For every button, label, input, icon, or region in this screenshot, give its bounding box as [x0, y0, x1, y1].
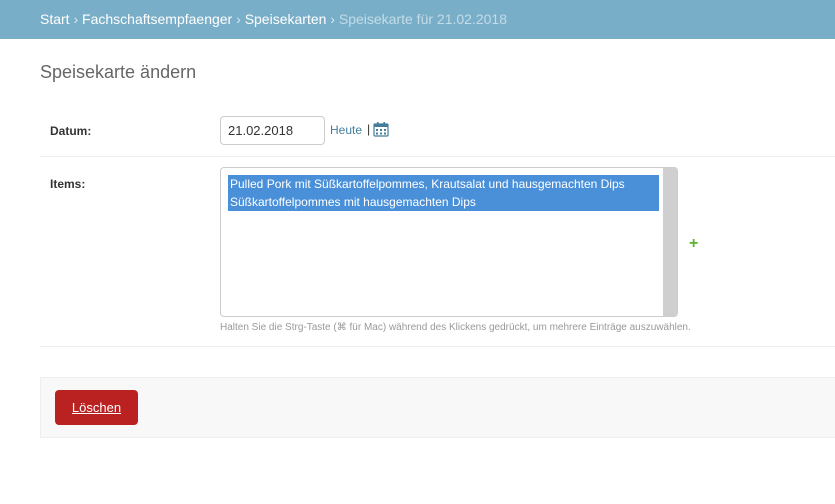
items-option[interactable]: Süßkartoffelpommes mit hausgemachten Dip…: [228, 193, 659, 211]
datum-input[interactable]: [220, 116, 325, 145]
items-label: Items:: [50, 177, 86, 191]
datum-separator: |: [367, 122, 371, 136]
submit-row: Löschen: [40, 377, 835, 438]
breadcrumb: Start › Fachschaftsempfaenger › Speiseka…: [0, 0, 835, 39]
items-option[interactable]: Pulled Pork mit Süßkartoffelpommes, Krau…: [228, 175, 659, 193]
datum-label: Datum:: [50, 124, 92, 138]
delete-button[interactable]: Löschen: [55, 390, 138, 425]
today-link[interactable]: Heute: [330, 123, 362, 137]
items-scrollbar[interactable]: [663, 168, 677, 316]
breadcrumb-separator: ›: [73, 11, 79, 27]
breadcrumb-speisekarten-link[interactable]: Speisekarten: [245, 11, 327, 27]
items-help-text: Halten Sie die Strg-Taste (⌘ für Mac) wä…: [220, 322, 691, 333]
breadcrumb-fachschaftsempfaenger-link[interactable]: Fachschaftsempfaenger: [82, 11, 232, 27]
breadcrumb-separator: ›: [330, 11, 335, 27]
breadcrumb-start-link[interactable]: Start: [40, 11, 70, 27]
breadcrumb-separator: ›: [236, 11, 241, 27]
items-row: Items: Pulled Pork mit Süßkartoffelpomme…: [40, 157, 835, 347]
plus-icon[interactable]: +: [689, 236, 698, 252]
breadcrumb-current: Speisekarte für 21.02.2018: [338, 11, 507, 27]
items-select[interactable]: Pulled Pork mit Süßkartoffelpommes, Krau…: [220, 167, 678, 317]
datum-row: Datum: Heute |: [40, 104, 835, 157]
page-title: Speisekarte ändern: [40, 62, 197, 82]
